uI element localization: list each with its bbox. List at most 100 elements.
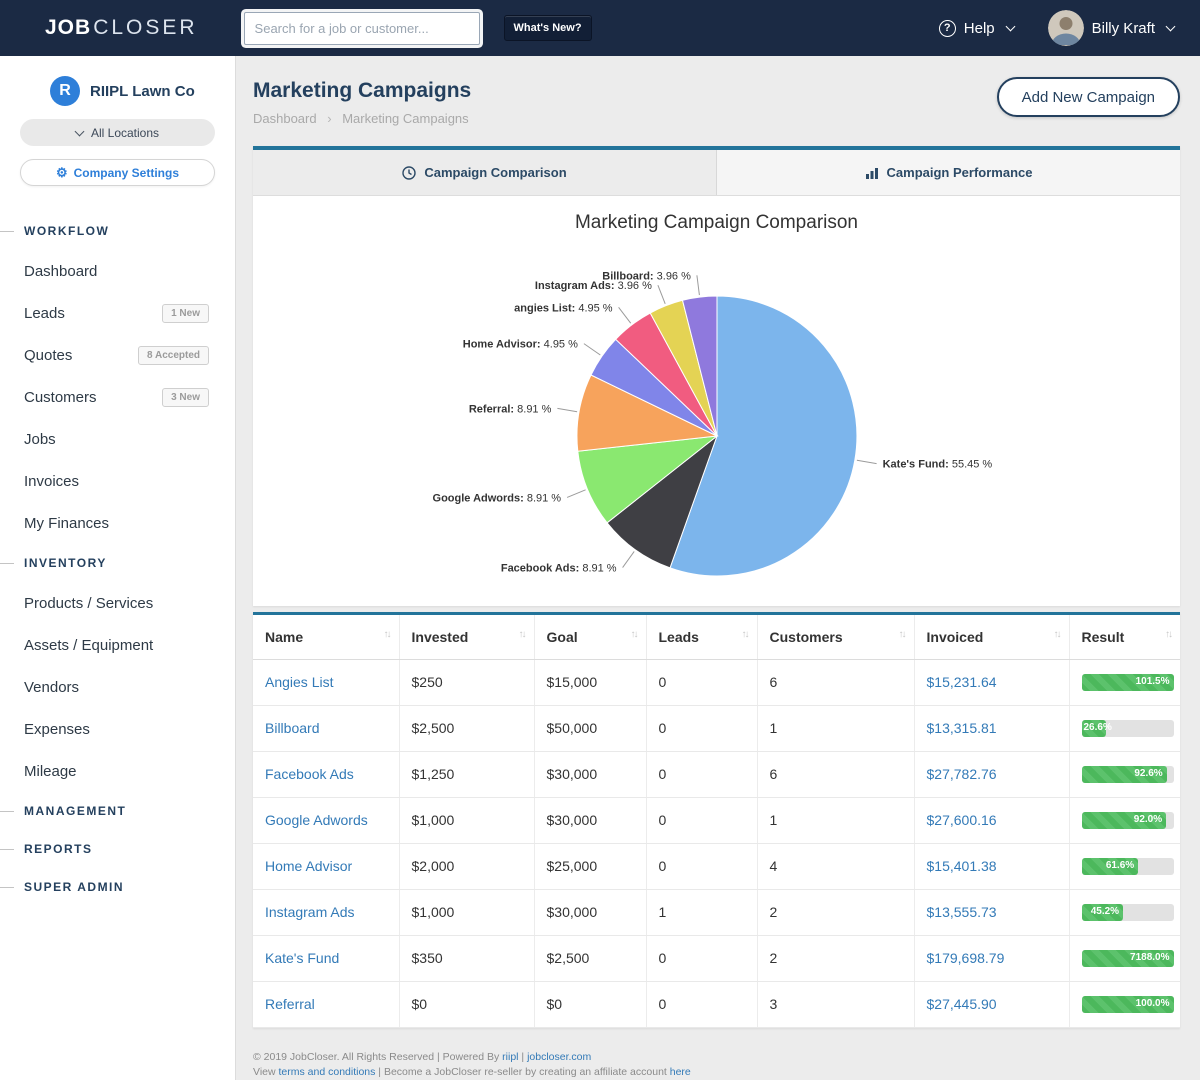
footer-text: View bbox=[253, 1066, 279, 1078]
cell-invoiced: $13,555.73 bbox=[914, 889, 1069, 935]
column-header-invested[interactable]: Invested↑↓ bbox=[399, 615, 534, 659]
footer-link-jobcloser-com[interactable]: jobcloser.com bbox=[527, 1051, 591, 1063]
all-locations-dropdown[interactable]: All Locations bbox=[20, 119, 215, 146]
table-row-instagram-ads: Instagram Ads$1,000$30,00012$13,555.7345… bbox=[253, 889, 1180, 935]
sidebar-item-vendors[interactable]: Vendors bbox=[0, 666, 235, 708]
cell-invested: $2,500 bbox=[399, 705, 534, 751]
cell-name-link[interactable]: Google Adwords bbox=[265, 812, 368, 828]
sidebar-section-management[interactable]: MANAGEMENT bbox=[0, 792, 235, 830]
sidebar-item-my-finances[interactable]: My Finances bbox=[0, 502, 235, 544]
sidebar-section-label: INVENTORY bbox=[24, 556, 107, 570]
sidebar-item-products-services[interactable]: Products / Services bbox=[0, 582, 235, 624]
column-header-customers[interactable]: Customers↑↓ bbox=[757, 615, 914, 659]
sidebar-item-quotes[interactable]: Quotes8 Accepted bbox=[0, 334, 235, 376]
sidebar-section-inventory[interactable]: INVENTORY bbox=[0, 544, 235, 582]
footer-link-terms-and-conditions[interactable]: terms and conditions bbox=[279, 1066, 376, 1078]
column-header-label: Customers bbox=[770, 629, 843, 645]
cell-name-link[interactable]: Instagram Ads bbox=[265, 904, 355, 920]
cell-name: Facebook Ads bbox=[253, 751, 399, 797]
cell-leads: 0 bbox=[646, 659, 757, 705]
sidebar-section-super-admin[interactable]: SUPER ADMIN bbox=[0, 868, 235, 906]
page-head: Marketing Campaigns Dashboard › Marketin… bbox=[253, 75, 1180, 126]
result-bar-fill: 92.0% bbox=[1082, 812, 1167, 829]
sidebar-item-assets-equipment[interactable]: Assets / Equipment bbox=[0, 624, 235, 666]
cell-result: 92.6% bbox=[1069, 751, 1180, 797]
sidebar-item-label: Products / Services bbox=[24, 595, 153, 612]
cell-invoiced: $15,401.38 bbox=[914, 843, 1069, 889]
cell-invoiced: $13,315.81 bbox=[914, 705, 1069, 751]
sidebar-item-invoices[interactable]: Invoices bbox=[0, 460, 235, 502]
cell-invoiced-link[interactable]: $13,315.81 bbox=[927, 720, 997, 736]
cell-invoiced-link[interactable]: $15,401.38 bbox=[927, 858, 997, 874]
cell-invoiced: $27,445.90 bbox=[914, 981, 1069, 1027]
tab-campaign-comparison[interactable]: Campaign Comparison bbox=[253, 150, 716, 195]
company-selector[interactable]: R RIIPL Lawn Co bbox=[0, 76, 235, 106]
cell-invoiced-link[interactable]: $27,782.76 bbox=[927, 766, 997, 782]
footer-link-riipl[interactable]: riipl bbox=[502, 1051, 518, 1063]
help-menu[interactable]: ? Help bbox=[939, 20, 1014, 37]
user-menu[interactable]: Billy Kraft bbox=[1048, 10, 1174, 46]
company-settings-button[interactable]: ⚙ Company Settings bbox=[20, 159, 215, 186]
chevron-down-icon bbox=[1166, 21, 1176, 31]
header-right: ? Help Billy Kraft bbox=[939, 10, 1174, 46]
tab-campaign-performance[interactable]: Campaign Performance bbox=[716, 150, 1180, 195]
cell-result: 101.5% bbox=[1069, 659, 1180, 705]
sidebar-item-label: Jobs bbox=[24, 431, 56, 448]
column-header-invoiced[interactable]: Invoiced↑↓ bbox=[914, 615, 1069, 659]
pie-label-home-advisor: Home Advisor: 4.95 % bbox=[463, 339, 578, 351]
sidebar-item-expenses[interactable]: Expenses bbox=[0, 708, 235, 750]
footer-link-here[interactable]: here bbox=[670, 1066, 691, 1078]
sidebar-item-customers[interactable]: Customers3 New bbox=[0, 376, 235, 418]
section-dash bbox=[0, 811, 14, 812]
cell-leads: 0 bbox=[646, 935, 757, 981]
logo[interactable]: JOBCLOSER bbox=[45, 16, 198, 40]
cell-customers: 4 bbox=[757, 843, 914, 889]
sidebar-item-mileage[interactable]: Mileage bbox=[0, 750, 235, 792]
add-new-campaign-button[interactable]: Add New Campaign bbox=[997, 77, 1180, 117]
breadcrumb-separator: › bbox=[327, 111, 331, 126]
cell-invested: $1,250 bbox=[399, 751, 534, 797]
pie-label-connector bbox=[658, 285, 665, 304]
result-bar-track: 101.5% bbox=[1082, 674, 1174, 691]
cell-name-link[interactable]: Home Advisor bbox=[265, 858, 352, 874]
column-header-result[interactable]: Result↑↓ bbox=[1069, 615, 1180, 659]
result-bar-label: 45.2% bbox=[1091, 906, 1119, 917]
column-header-goal[interactable]: Goal↑↓ bbox=[534, 615, 646, 659]
cell-invoiced-link[interactable]: $15,231.64 bbox=[927, 674, 997, 690]
app: JOBCLOSER What's New? ? Help Billy Kraft… bbox=[0, 0, 1200, 1080]
cell-leads: 0 bbox=[646, 751, 757, 797]
sidebar-section-reports[interactable]: REPORTS bbox=[0, 830, 235, 868]
cell-invoiced-link[interactable]: $27,600.16 bbox=[927, 812, 997, 828]
cell-name-link[interactable]: Billboard bbox=[265, 720, 319, 736]
cell-name-link[interactable]: Referral bbox=[265, 996, 315, 1012]
search-input[interactable] bbox=[244, 12, 480, 45]
user-name: Billy Kraft bbox=[1092, 20, 1155, 37]
column-header-leads[interactable]: Leads↑↓ bbox=[646, 615, 757, 659]
cell-goal: $50,000 bbox=[534, 705, 646, 751]
sidebar-item-jobs[interactable]: Jobs bbox=[0, 418, 235, 460]
breadcrumb-dashboard[interactable]: Dashboard bbox=[253, 111, 317, 126]
sidebar-item-leads[interactable]: Leads1 New bbox=[0, 292, 235, 334]
section-dash bbox=[0, 887, 14, 888]
cell-goal: $15,000 bbox=[534, 659, 646, 705]
cell-name-link[interactable]: Angies List bbox=[265, 674, 333, 690]
cell-invoiced-link[interactable]: $27,445.90 bbox=[927, 996, 997, 1012]
sidebar-section-workflow[interactable]: WORKFLOW bbox=[0, 212, 235, 250]
breadcrumb: Dashboard › Marketing Campaigns bbox=[253, 111, 471, 126]
sidebar-item-badge: 3 New bbox=[162, 388, 209, 407]
cell-invoiced-link[interactable]: $179,698.79 bbox=[927, 950, 1005, 966]
whats-new-button[interactable]: What's New? bbox=[504, 15, 592, 41]
sidebar-item-label: Assets / Equipment bbox=[24, 637, 153, 654]
column-header-name[interactable]: Name↑↓ bbox=[253, 615, 399, 659]
sidebar-item-dashboard[interactable]: Dashboard bbox=[0, 250, 235, 292]
cell-name-link[interactable]: Kate's Fund bbox=[265, 950, 339, 966]
section-dash bbox=[0, 563, 14, 564]
sidebar-item-label: Expenses bbox=[24, 721, 90, 738]
main-content: Marketing Campaigns Dashboard › Marketin… bbox=[236, 56, 1200, 1080]
cell-invoiced-link[interactable]: $13,555.73 bbox=[927, 904, 997, 920]
cell-leads: 1 bbox=[646, 889, 757, 935]
cell-name: Angies List bbox=[253, 659, 399, 705]
result-bar-track: 26.6% bbox=[1082, 720, 1174, 737]
table-row-billboard: Billboard$2,500$50,00001$13,315.8126.6% bbox=[253, 705, 1180, 751]
cell-name-link[interactable]: Facebook Ads bbox=[265, 766, 354, 782]
